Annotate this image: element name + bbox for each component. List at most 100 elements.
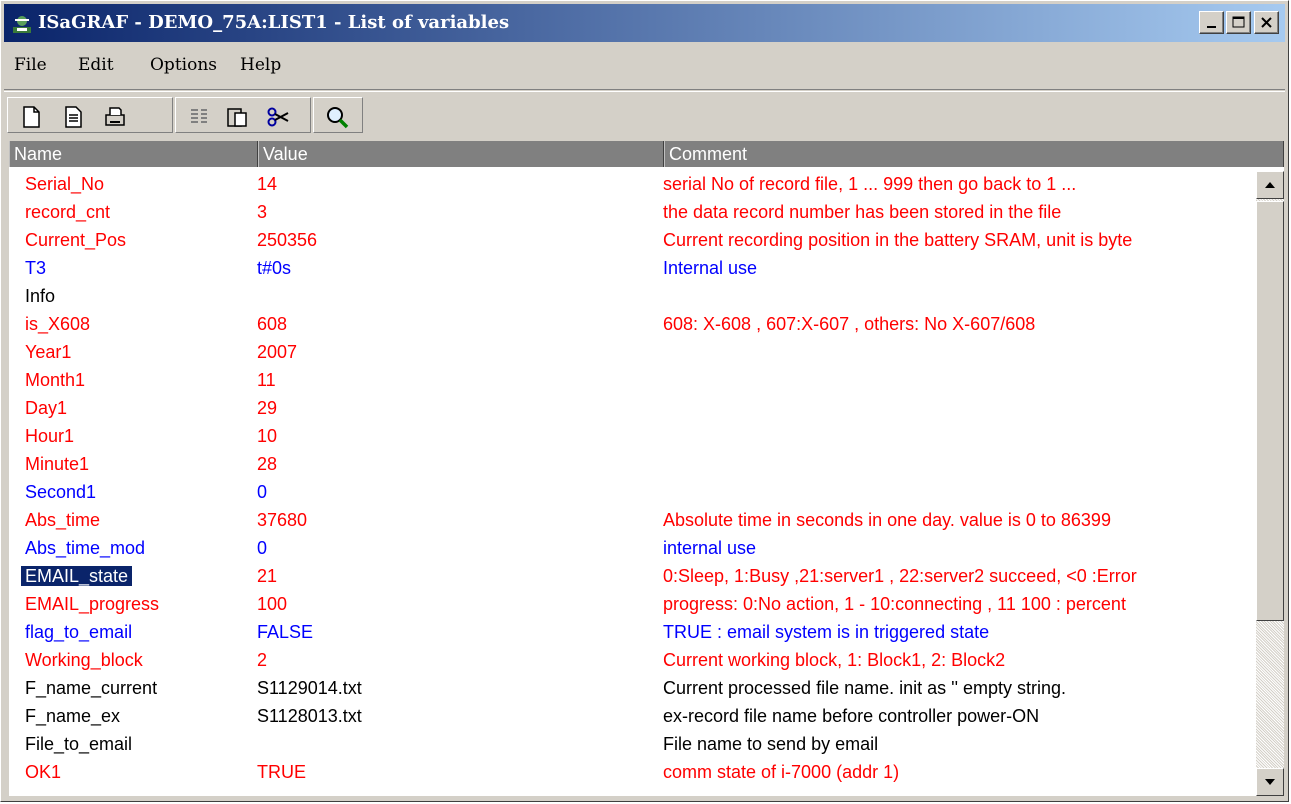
arrow-down-icon <box>1265 779 1275 785</box>
variable-comment-cell: Current processed file name. init as '' … <box>663 678 1067 698</box>
minimize-icon <box>1207 26 1216 28</box>
search-icon[interactable] <box>324 104 350 130</box>
variable-name-cell: Day1 <box>25 398 68 418</box>
variable-name-cell: F_name_current <box>25 678 158 698</box>
variables-list[interactable]: Name Value Comment Serial_No 14 serial No … <box>9 141 1284 796</box>
variable-name-cell: Serial_No <box>25 174 105 194</box>
variable-value-cell: 2 <box>257 650 268 670</box>
variable-comment-cell: ex-record file name before controller po… <box>663 706 1040 726</box>
column-header-comment[interactable]: Comment <box>664 141 1284 167</box>
variable-comment-cell: Absolute time in seconds in one day. val… <box>663 510 1111 530</box>
table-row[interactable]: Minute1 28 <box>9 451 1249 477</box>
table-row[interactable]: Year1 2007 <box>9 339 1249 365</box>
variable-value-cell: t#0s <box>257 258 292 278</box>
variable-comment-cell: comm state of i-7000 (addr 1) <box>663 762 900 782</box>
table-row[interactable]: File_to_email File name to send by email <box>9 731 1249 757</box>
table-row[interactable]: Day1 29 <box>9 395 1249 421</box>
variable-name-cell: File_to_email <box>25 734 133 754</box>
variable-comment-cell: Internal use <box>663 258 758 278</box>
table-row[interactable]: F_name_ex S1128013.txt ex-record file name… <box>9 703 1249 729</box>
table-row[interactable]: Serial_No 14 serial No of record file, 1 .… <box>9 171 1249 197</box>
insert-icon[interactable] <box>186 104 212 130</box>
toolbar-group-edit <box>175 97 311 133</box>
variable-value-cell: TRUE <box>257 762 306 782</box>
table-row[interactable]: Working_block 2 Current working block, 1: … <box>9 647 1249 673</box>
menu-edit[interactable]: Edit <box>78 55 114 75</box>
variable-value-cell: 11 <box>257 370 276 390</box>
variable-comment-cell: Current working block, 1: Block1, 2: Blo… <box>663 650 1006 670</box>
variable-value-cell: 37680 <box>257 510 308 530</box>
variable-name-cell: Current_Pos <box>25 230 127 250</box>
variable-value-cell: S1129014.txt <box>257 678 362 698</box>
properties-icon[interactable] <box>60 104 86 130</box>
variable-value-cell: 250356 <box>257 230 318 250</box>
scrollbar-thumb[interactable] <box>1256 201 1284 621</box>
vertical-scrollbar[interactable] <box>1256 171 1284 796</box>
variable-name-cell: EMAIL_state <box>19 563 134 589</box>
scroll-down-button[interactable] <box>1256 768 1284 796</box>
variable-value-cell: 10 <box>257 426 278 446</box>
variable-comment-cell: 0:Sleep, 1:Busy ,21:server1 , 22:server2… <box>663 566 1137 586</box>
variable-name-cell: is_X608 <box>25 314 91 334</box>
main-window: ISaGRAF - DEMO_75A:LIST1 - List of varia… <box>0 0 1289 802</box>
variable-value-cell: 14 <box>257 174 278 194</box>
table-row[interactable]: Info <box>9 283 1249 309</box>
close-button[interactable] <box>1254 11 1279 34</box>
title-bar[interactable]: ISaGRAF - DEMO_75A:LIST1 - List of varia… <box>4 4 1285 42</box>
variable-value-cell: 100 <box>257 594 288 614</box>
toolbar-group-file <box>7 97 173 133</box>
table-row[interactable]: F_name_current S1129014.txt Current proces… <box>9 675 1249 701</box>
variable-name-cell: T3 <box>25 258 47 278</box>
window-title: ISaGRAF - DEMO_75A:LIST1 - List of varia… <box>38 12 510 33</box>
column-header-name[interactable]: Name <box>9 141 258 167</box>
table-row[interactable]: T3 t#0s Internal use <box>9 255 1249 281</box>
table-row[interactable]: Abs_time 37680 Absolute time in seconds in… <box>9 507 1249 533</box>
variable-name-cell: Working_block <box>25 650 143 670</box>
variable-value-cell: 28 <box>257 454 278 474</box>
table-row[interactable]: EMAIL_progress 100 progress: 0:No action, … <box>9 591 1249 617</box>
menu-options[interactable]: Options <box>150 55 217 75</box>
variable-comment-cell: serial No of record file, 1 ... 999 then… <box>663 174 1077 194</box>
table-row[interactable]: Abs_time_mod 0 internal use <box>9 535 1249 561</box>
table-row[interactable]: is_X608 608 608: X-608 , 607:X-607 , other… <box>9 311 1249 337</box>
minimize-button[interactable] <box>1199 11 1224 34</box>
table-row[interactable]: record_cnt 3 the data record number has be… <box>9 199 1249 225</box>
variable-name-cell: flag_to_email <box>25 622 133 642</box>
table-row[interactable]: Month1 11 <box>9 367 1249 393</box>
variable-value-cell: 0 <box>257 482 268 502</box>
table-row[interactable]: Second1 0 <box>9 479 1249 505</box>
table-row[interactable]: EMAIL_state 21 0:Sleep, 1:Busy ,21:server1… <box>9 563 1249 589</box>
variable-value-cell: 21 <box>257 566 278 586</box>
close-icon <box>1261 17 1272 28</box>
selected-name-highlight: EMAIL_state <box>19 565 134 587</box>
variable-name-cell: Abs_time_mod <box>25 538 146 558</box>
paste-icon[interactable] <box>224 104 250 130</box>
table-row[interactable]: OK1 TRUE comm state of i-7000 (addr 1) <box>9 759 1249 785</box>
variable-value-cell: 3 <box>257 202 268 222</box>
cut-icon[interactable] <box>266 104 292 130</box>
variable-value-cell: 608 <box>257 314 288 334</box>
toolbar-group-search <box>313 97 363 133</box>
scroll-up-button[interactable] <box>1256 171 1284 199</box>
variable-value-cell: S1128013.txt <box>257 706 362 726</box>
table-row[interactable]: flag_to_email FALSE TRUE : email system is… <box>9 619 1249 645</box>
menu-help[interactable]: Help <box>240 55 281 75</box>
column-header-value[interactable]: Value <box>258 141 664 167</box>
toolbar <box>4 91 1285 140</box>
variable-comment-cell: internal use <box>663 538 757 558</box>
variable-name-cell: OK1 <box>25 762 62 782</box>
variable-name-cell: EMAIL_progress <box>25 594 160 614</box>
app-icon <box>13 16 31 33</box>
variable-name-cell: Abs_time <box>25 510 101 530</box>
table-row[interactable]: Hour1 10 <box>9 423 1249 449</box>
menu-file[interactable]: File <box>14 55 47 75</box>
maximize-button[interactable] <box>1226 11 1251 34</box>
print-icon[interactable] <box>102 104 128 130</box>
variable-comment-cell: the data record number has been stored i… <box>663 202 1062 222</box>
table-row[interactable]: Current_Pos 250356 Current recording posit… <box>9 227 1249 253</box>
variable-comment-cell: progress: 0:No action, 1 - 10:connecting… <box>663 594 1126 614</box>
variable-name-cell: Info <box>25 286 56 306</box>
variable-name-cell: Minute1 <box>25 454 90 474</box>
variable-name-cell: Hour1 <box>25 426 75 446</box>
new-icon[interactable] <box>18 104 44 130</box>
